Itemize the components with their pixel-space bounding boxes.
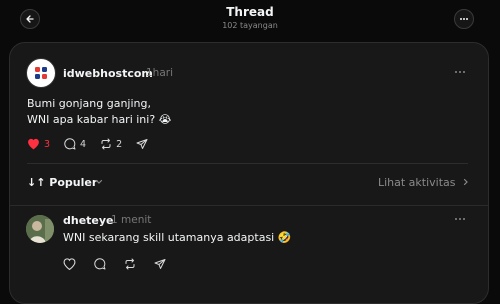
reply-more-button[interactable] bbox=[454, 211, 466, 225]
post-line-2: WNI apa kabar hari ini? 😭 bbox=[27, 113, 172, 126]
post-timestamp: 1hari bbox=[146, 67, 174, 79]
post-username[interactable]: idwebhostcom bbox=[63, 67, 153, 80]
like-button[interactable]: 3 bbox=[27, 138, 50, 150]
post-more-button[interactable] bbox=[454, 64, 466, 78]
post-body: Bumi gonjang ganjing, WNI apa kabar hari… bbox=[27, 96, 172, 128]
comment-icon bbox=[94, 258, 106, 270]
chevron-down-icon[interactable] bbox=[95, 178, 103, 186]
heart-icon bbox=[63, 258, 76, 270]
heart-icon bbox=[28, 138, 39, 150]
top-bar: Thread 102 tayangan bbox=[0, 0, 500, 40]
sort-dropdown[interactable]: ↓↑ Populer bbox=[27, 176, 97, 189]
more-horizontal-icon bbox=[455, 218, 465, 220]
post-actions: 3 4 2 bbox=[27, 138, 162, 150]
send-icon bbox=[136, 139, 148, 149]
view-count: 102 tayangan bbox=[222, 21, 278, 30]
send-icon bbox=[154, 259, 166, 269]
idwebhost-logo-icon bbox=[35, 67, 47, 79]
reply-username[interactable]: dheteye bbox=[63, 214, 114, 227]
share-button[interactable] bbox=[136, 138, 148, 150]
divider bbox=[27, 163, 468, 164]
like-button[interactable] bbox=[63, 258, 76, 270]
like-count: 3 bbox=[44, 138, 51, 150]
user-photo-icon bbox=[26, 215, 54, 243]
repost-icon bbox=[125, 258, 135, 270]
thread-card: idwebhostcom 1hari Bumi gonjang ganjing,… bbox=[9, 42, 489, 304]
view-activity-link[interactable]: Lihat aktivitas bbox=[378, 176, 470, 189]
post-line-1: Bumi gonjang ganjing, bbox=[27, 97, 151, 110]
reply-actions bbox=[63, 258, 184, 270]
comment-button[interactable]: 4 bbox=[64, 138, 86, 150]
divider bbox=[10, 205, 488, 206]
share-button[interactable] bbox=[154, 258, 166, 270]
comment-count: 4 bbox=[80, 138, 87, 150]
view-activity-label: Lihat aktivitas bbox=[377, 176, 456, 189]
reply-timestamp: 1 menit bbox=[111, 214, 152, 226]
avatar[interactable] bbox=[26, 58, 56, 88]
comment-icon bbox=[64, 138, 76, 150]
page-title: Thread bbox=[226, 5, 274, 19]
sort-row: ↓↑ Populer Lihat aktivitas bbox=[27, 175, 470, 191]
repost-icon bbox=[101, 138, 111, 150]
comment-button[interactable] bbox=[94, 258, 106, 270]
more-horizontal-icon bbox=[460, 18, 468, 20]
repost-button[interactable]: 2 bbox=[100, 138, 122, 150]
avatar[interactable] bbox=[26, 215, 54, 243]
more-options-button[interactable] bbox=[454, 9, 474, 29]
repost-button[interactable] bbox=[124, 258, 136, 270]
more-horizontal-icon bbox=[455, 71, 465, 73]
repost-count: 2 bbox=[116, 138, 123, 150]
chevron-right-icon bbox=[463, 178, 468, 186]
reply-body: WNI sekarang skill utamanya adaptasi 🤣 bbox=[63, 231, 292, 244]
